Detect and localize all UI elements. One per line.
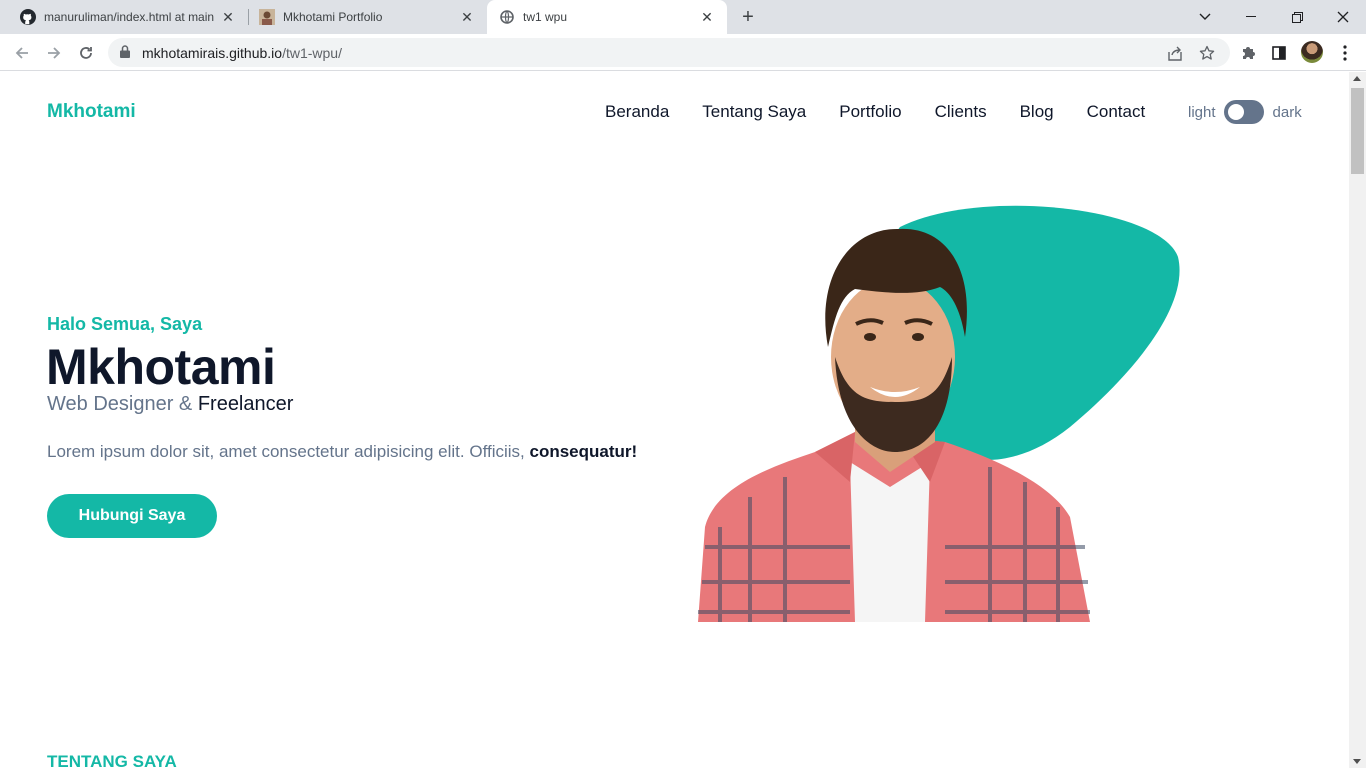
site-logo[interactable]: Mkhotami xyxy=(47,101,136,123)
url-text: mkhotamirais.github.io/tw1-wpu/ xyxy=(142,45,342,61)
nav-contact[interactable]: Contact xyxy=(1087,102,1146,122)
share-icon[interactable] xyxy=(1166,44,1184,62)
toggle-knob xyxy=(1227,104,1244,120)
tab-github[interactable]: manuruliman/index.html at main ✕ xyxy=(8,0,248,34)
main-nav: Beranda Tentang Saya Portfolio Clients B… xyxy=(605,102,1145,122)
nav-blog[interactable]: Blog xyxy=(1020,102,1054,122)
scrollbar-thumb[interactable] xyxy=(1351,88,1364,174)
role-secondary: Freelancer xyxy=(197,393,294,415)
lock-icon xyxy=(120,45,130,63)
page-viewport: Mkhotami Beranda Tentang Saya Portfolio … xyxy=(0,72,1349,768)
tab-title: tw1 wpu xyxy=(523,10,568,24)
tab-active[interactable]: tw1 wpu ✕ xyxy=(487,0,727,34)
tab-title: manuruliman/index.html at main xyxy=(44,10,214,24)
address-bar[interactable]: mkhotamirais.github.io/tw1-wpu/ xyxy=(108,38,1230,67)
theme-dark-label: dark xyxy=(1272,103,1302,121)
tab-search-icon[interactable] xyxy=(1182,0,1228,34)
browser-toolbar: mkhotamirais.github.io/tw1-wpu/ xyxy=(0,34,1366,71)
role-primary: Web Designer xyxy=(47,393,174,415)
nav-clients[interactable]: Clients xyxy=(935,102,987,122)
dark-mode-toggle[interactable] xyxy=(1223,100,1264,124)
close-tab-icon[interactable]: ✕ xyxy=(220,9,236,25)
back-icon[interactable] xyxy=(9,40,35,66)
nav-tentang-saya[interactable]: Tentang Saya xyxy=(702,102,806,122)
forward-icon[interactable] xyxy=(41,40,67,66)
extensions-puzzle-icon[interactable] xyxy=(1237,42,1259,64)
theme-light-label: light xyxy=(1188,103,1216,121)
hero-portrait-image xyxy=(698,205,1180,622)
portrait-eye-left xyxy=(864,333,876,341)
role-separator: & xyxy=(173,393,198,415)
tab-portfolio[interactable]: Mkhotami Portfolio ✕ xyxy=(247,0,487,34)
browser-menu-icon[interactable] xyxy=(1334,42,1356,64)
restore-icon[interactable] xyxy=(1274,0,1320,34)
portrait-eye-right xyxy=(912,333,924,341)
hero-description: Lorem ipsum dolor sit, amet consectetur … xyxy=(47,442,637,462)
side-panel-icon[interactable] xyxy=(1268,42,1290,64)
new-tab-icon[interactable]: + xyxy=(738,7,758,27)
scroll-up-arrow-icon[interactable] xyxy=(1353,76,1361,81)
hero-greeting: Halo Semua, Saya xyxy=(47,314,203,334)
tab-title: Mkhotami Portfolio xyxy=(283,10,383,24)
github-icon xyxy=(20,9,36,25)
contact-me-button[interactable]: Hubungi Saya xyxy=(47,494,217,538)
page-scrollbar[interactable] xyxy=(1349,72,1366,768)
nav-portfolio[interactable]: Portfolio xyxy=(839,102,901,122)
close-tab-icon[interactable]: ✕ xyxy=(699,9,715,25)
url-host: mkhotamirais.github.io xyxy=(142,45,283,61)
url-path: /tw1-wpu/ xyxy=(282,45,342,61)
hero-role: Web Designer & Freelancer xyxy=(47,393,293,416)
globe-icon xyxy=(499,9,515,25)
bookmark-star-icon[interactable] xyxy=(1198,44,1216,62)
minimize-icon[interactable] xyxy=(1228,0,1274,34)
hero-name: Mkhotami xyxy=(46,339,276,395)
close-tab-icon[interactable]: ✕ xyxy=(459,9,475,25)
profile-avatar[interactable] xyxy=(1301,41,1323,63)
browser-tabstrip: manuruliman/index.html at main ✕ Mkhotam… xyxy=(0,0,1366,34)
lead-text: Lorem ipsum dolor sit, amet consectetur … xyxy=(47,442,530,461)
nav-beranda[interactable]: Beranda xyxy=(605,102,669,122)
theme-toggle-group: light dark xyxy=(1188,100,1302,124)
lead-bold: consequatur! xyxy=(529,442,638,461)
reload-icon[interactable] xyxy=(73,40,99,66)
close-window-icon[interactable] xyxy=(1320,0,1366,34)
scroll-down-arrow-icon[interactable] xyxy=(1353,759,1361,764)
about-section-title: TENTANG SAYA xyxy=(47,752,177,768)
portrait-thumbnail-icon xyxy=(259,9,275,25)
